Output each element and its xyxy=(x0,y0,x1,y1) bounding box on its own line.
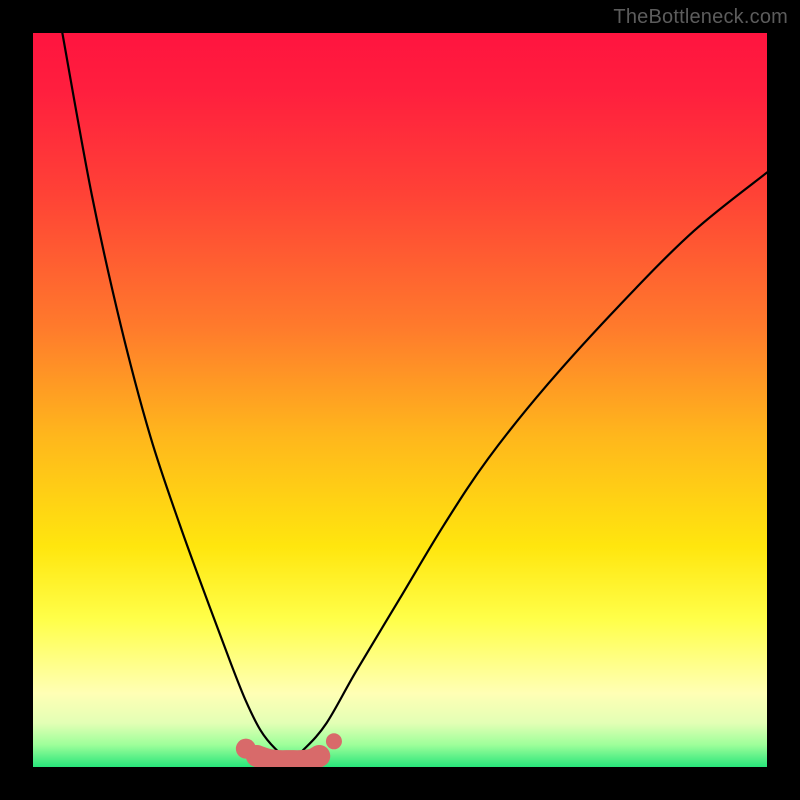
marker-band xyxy=(257,756,319,761)
watermark-text: TheBottleneck.com xyxy=(613,6,788,29)
bottleneck-curve xyxy=(62,33,767,760)
marker-dot-left xyxy=(236,739,256,759)
plot-area xyxy=(33,33,767,767)
chart-svg xyxy=(33,33,767,767)
marker-dot-right xyxy=(326,733,342,749)
chart-frame: TheBottleneck.com xyxy=(0,0,800,800)
